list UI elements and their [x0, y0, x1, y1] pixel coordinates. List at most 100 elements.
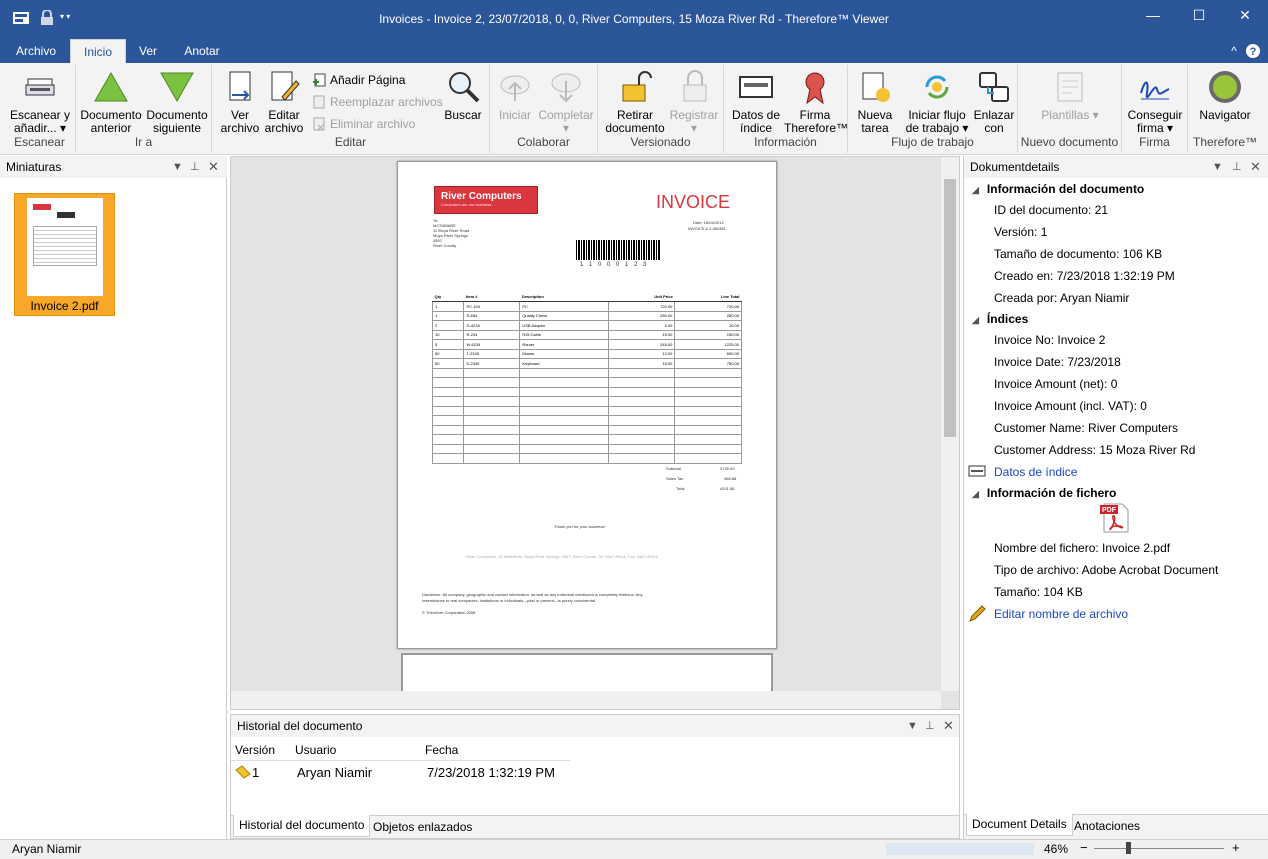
tab-objetos-enlazados[interactable]: Objetos enlazados	[373, 818, 472, 836]
doc-created-by: Creada por: Aryan Niamir	[994, 291, 1130, 305]
navigator-icon	[1207, 69, 1243, 105]
check-out-button[interactable]: Retirar documento	[602, 69, 668, 135]
next-document-button[interactable]: Documento siguiente	[144, 69, 210, 135]
invoice-cell: 720.00	[674, 301, 742, 312]
help-icon[interactable]: ?	[1244, 39, 1262, 63]
horizontal-scrollbar[interactable]	[231, 691, 941, 709]
tab-inicio[interactable]: Inicio	[70, 39, 126, 63]
index-data-link[interactable]: Datos de índice	[994, 463, 1077, 481]
invoice-row	[431, 415, 742, 426]
invoice-cell	[674, 415, 742, 426]
section-indexes[interactable]: ◢ Índices	[972, 310, 1028, 328]
tab-document-details[interactable]: Document Details	[966, 814, 1073, 836]
zoom-slider-thumb[interactable]	[1126, 842, 1131, 854]
history-panel: Historial del documento ▼ ⊥ ✕ Versión Us…	[230, 714, 960, 839]
pin-icon[interactable]: ⊥	[190, 156, 200, 178]
pin-icon[interactable]: ⊥	[925, 715, 935, 737]
search-button[interactable]: Buscar	[440, 69, 486, 122]
invoice-row: 50 T-2345 Mouse 12.00 600.00	[431, 348, 742, 359]
group-editar: Ver archivo Editar archivo Añadir Página…	[212, 65, 490, 153]
column-user[interactable]: Usuario	[295, 743, 336, 757]
index-customer-address: Customer Address: 15 Moza River Rd	[994, 443, 1196, 457]
edit-file-button[interactable]: Editar archivo	[262, 69, 306, 135]
tab-ver[interactable]: Ver	[130, 39, 166, 63]
thumbnail-item[interactable]: Invoice 2.pdf	[14, 193, 115, 316]
index-data-button[interactable]: Datos de índice	[726, 69, 786, 135]
doc-version: Versión: 1	[994, 225, 1048, 239]
navigator-button[interactable]: Navigator	[1192, 69, 1258, 122]
invoice-cell	[674, 396, 742, 407]
history-row[interactable]: 1 Aryan Niamir 7/23/2018 1:32:19 PM	[231, 763, 571, 783]
previous-document-button[interactable]: Documento anterior	[78, 69, 144, 135]
progress-bar	[886, 843, 1034, 855]
collapse-icon: ◢	[972, 489, 979, 499]
invoice-cell: 1225.00	[674, 339, 742, 350]
therefore-signature-button[interactable]: Firma Therefore™	[784, 69, 848, 135]
zoom-in-button[interactable]: +	[1232, 840, 1240, 855]
zoom-out-button[interactable]: −	[1080, 840, 1088, 855]
delete-file-button[interactable]: Eliminar archivo	[312, 115, 415, 133]
maximize-button[interactable]: ☐	[1176, 0, 1222, 32]
panel-dropdown-icon[interactable]: ▼	[1212, 156, 1223, 178]
cloud-download-icon	[548, 69, 584, 105]
vertical-scrollbar[interactable]	[941, 157, 959, 691]
close-button[interactable]: ✕	[1222, 0, 1268, 32]
invoice-cell	[607, 415, 676, 426]
invoice-heading: INVOICE	[656, 192, 731, 212]
complete-button[interactable]: Completar ▾	[536, 69, 596, 135]
invoice-row: 1 S-654 Quality Check 280.00 280.00	[431, 310, 742, 321]
column-version[interactable]: Versión	[235, 743, 275, 757]
panel-dropdown-icon[interactable]: ▼	[907, 715, 918, 737]
invoice-cell	[431, 377, 465, 388]
invoice-cell: 280.00	[674, 310, 742, 321]
edit-filename-link[interactable]: Editar nombre de archivo	[994, 605, 1128, 623]
tab-anotar[interactable]: Anotar	[172, 39, 232, 63]
group-colaborar: Iniciar Completar ▾ Colaborar	[490, 65, 598, 153]
panel-close-icon[interactable]: ✕	[208, 156, 219, 178]
templates-button[interactable]: Plantillas ▾	[1038, 69, 1102, 122]
invoice-cell	[607, 443, 676, 454]
start-workflow-button[interactable]: Iniciar flujo de trabajo ▾	[902, 69, 972, 135]
group-flujo: Nueva tarea Iniciar flujo de trabajo ▾ E…	[848, 65, 1018, 153]
section-doc-info[interactable]: ◢ Información del documento	[972, 180, 1144, 198]
invoice-cell: 750.00	[674, 358, 742, 369]
start-button[interactable]: Iniciar	[494, 69, 536, 122]
collapse-ribbon-icon[interactable]: ^	[1226, 39, 1242, 63]
minimize-button[interactable]: —	[1130, 0, 1176, 32]
replace-files-button[interactable]: Reemplazar archivos	[312, 93, 443, 111]
pin-icon[interactable]: ⊥	[1232, 156, 1242, 178]
section-file-info[interactable]: ◢ Información de fichero	[972, 484, 1116, 502]
invoice-row: 1 PC-104 PC 720.00 720.00	[431, 301, 742, 312]
invoice-cell: Router	[519, 339, 609, 350]
tab-anotaciones[interactable]: Anotaciones	[1074, 817, 1140, 835]
get-signature-button[interactable]: Conseguir firma ▾	[1124, 69, 1186, 135]
invoice-cell: PC-104	[463, 301, 521, 312]
invoice-cell	[674, 443, 742, 454]
tab-archivo[interactable]: Archivo	[8, 39, 64, 63]
view-file-button[interactable]: Ver archivo	[218, 69, 262, 135]
edit-small-buttons: Añadir Página Reemplazar archivos Elimin…	[312, 71, 443, 137]
invoice-cell: Unit Price	[608, 292, 675, 302]
edit-file-icon	[266, 69, 302, 105]
scan-add-button[interactable]: Escanear y añadir... ▾	[8, 69, 72, 135]
add-page-button[interactable]: Añadir Página	[312, 71, 405, 89]
panel-close-icon[interactable]: ✕	[1250, 156, 1261, 178]
tab-historial[interactable]: Historial del documento	[233, 815, 371, 837]
panel-close-icon[interactable]: ✕	[943, 715, 954, 737]
zoom-slider[interactable]	[1094, 848, 1224, 849]
invoice-cell	[519, 453, 609, 464]
column-date[interactable]: Fecha	[425, 743, 458, 757]
invoice-cell: Description	[519, 292, 608, 302]
invoice-cell: Mouse	[519, 348, 609, 359]
new-task-button[interactable]: Nueva tarea	[850, 69, 900, 135]
invoice-cell: G-4234	[463, 320, 521, 331]
workflow-cycle-icon	[919, 69, 955, 105]
panel-dropdown-icon[interactable]: ▼	[172, 156, 183, 178]
check-in-button[interactable]: Registrar ▾	[666, 69, 722, 135]
invoice-row: 5 W-6234 Router 245.00 1225.00	[431, 339, 742, 350]
invoice-cell	[607, 367, 676, 378]
link-with-button[interactable]: Enlazar con	[972, 69, 1016, 135]
triangle-up-icon	[93, 69, 129, 105]
zoom-level: 46%	[1044, 842, 1069, 856]
invoice-cell: 10	[431, 329, 465, 340]
